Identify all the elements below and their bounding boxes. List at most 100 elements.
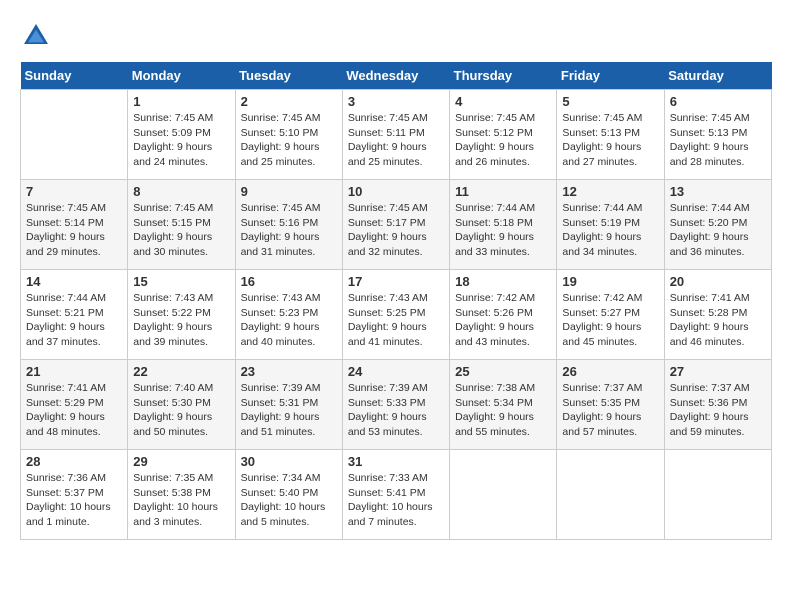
day-info: Sunrise: 7:45 AM Sunset: 5:10 PM Dayligh… <box>241 111 337 170</box>
day-info: Sunrise: 7:43 AM Sunset: 5:23 PM Dayligh… <box>241 291 337 350</box>
day-info: Sunrise: 7:44 AM Sunset: 5:19 PM Dayligh… <box>562 201 658 260</box>
day-info: Sunrise: 7:44 AM Sunset: 5:21 PM Dayligh… <box>26 291 122 350</box>
day-number: 21 <box>26 364 122 379</box>
day-info: Sunrise: 7:45 AM Sunset: 5:11 PM Dayligh… <box>348 111 444 170</box>
calendar-day: 6 Sunrise: 7:45 AM Sunset: 5:13 PM Daylig… <box>664 90 771 180</box>
day-info: Sunrise: 7:41 AM Sunset: 5:28 PM Dayligh… <box>670 291 766 350</box>
day-number: 23 <box>241 364 337 379</box>
calendar-day: 8 Sunrise: 7:45 AM Sunset: 5:15 PM Daylig… <box>128 180 235 270</box>
day-info: Sunrise: 7:43 AM Sunset: 5:25 PM Dayligh… <box>348 291 444 350</box>
day-info: Sunrise: 7:43 AM Sunset: 5:22 PM Dayligh… <box>133 291 229 350</box>
day-number: 14 <box>26 274 122 289</box>
header-row: SundayMondayTuesdayWednesdayThursdayFrid… <box>21 62 772 90</box>
day-number: 13 <box>670 184 766 199</box>
day-number: 20 <box>670 274 766 289</box>
calendar-day <box>450 450 557 540</box>
calendar-day: 30Sunrise: 7:34 AM Sunset: 5:40 PM Dayli… <box>235 450 342 540</box>
day-info: Sunrise: 7:45 AM Sunset: 5:17 PM Dayligh… <box>348 201 444 260</box>
header-day: Thursday <box>450 62 557 90</box>
day-number: 26 <box>562 364 658 379</box>
calendar-day: 13Sunrise: 7:44 AM Sunset: 5:20 PM Dayli… <box>664 180 771 270</box>
calendar-week: 21 Sunrise: 7:41 AM Sunset: 5:29 PM Dayli… <box>21 360 772 450</box>
header-day: Friday <box>557 62 664 90</box>
calendar-day: 5Sunrise: 7:45 AM Sunset: 5:13 PM Daylig… <box>557 90 664 180</box>
logo <box>20 20 54 52</box>
day-info: Sunrise: 7:44 AM Sunset: 5:18 PM Dayligh… <box>455 201 551 260</box>
calendar-day: 27 Sunrise: 7:37 AM Sunset: 5:36 PM Dayli… <box>664 360 771 450</box>
calendar-day: 28Sunrise: 7:36 AM Sunset: 5:37 PM Dayli… <box>21 450 128 540</box>
calendar-day: 19Sunrise: 7:42 AM Sunset: 5:27 PM Dayli… <box>557 270 664 360</box>
calendar-day: 7 Sunrise: 7:45 AM Sunset: 5:14 PM Daylig… <box>21 180 128 270</box>
day-info: Sunrise: 7:42 AM Sunset: 5:27 PM Dayligh… <box>562 291 658 350</box>
calendar-day: 10 Sunrise: 7:45 AM Sunset: 5:17 PM Dayli… <box>342 180 449 270</box>
header-day: Monday <box>128 62 235 90</box>
day-info: Sunrise: 7:42 AM Sunset: 5:26 PM Dayligh… <box>455 291 551 350</box>
calendar-day: 4 Sunrise: 7:45 AM Sunset: 5:12 PM Daylig… <box>450 90 557 180</box>
calendar-day: 12 Sunrise: 7:44 AM Sunset: 5:19 PM Dayli… <box>557 180 664 270</box>
calendar-body: 1 Sunrise: 7:45 AM Sunset: 5:09 PM Daylig… <box>21 90 772 540</box>
calendar-day: 25 Sunrise: 7:38 AM Sunset: 5:34 PM Dayli… <box>450 360 557 450</box>
day-number: 18 <box>455 274 551 289</box>
day-number: 3 <box>348 94 444 109</box>
header-day: Tuesday <box>235 62 342 90</box>
day-number: 22 <box>133 364 229 379</box>
day-info: Sunrise: 7:45 AM Sunset: 5:13 PM Dayligh… <box>670 111 766 170</box>
day-number: 8 <box>133 184 229 199</box>
calendar-day <box>557 450 664 540</box>
calendar-day: 14 Sunrise: 7:44 AM Sunset: 5:21 PM Dayli… <box>21 270 128 360</box>
day-number: 27 <box>670 364 766 379</box>
header-day: Sunday <box>21 62 128 90</box>
day-number: 29 <box>133 454 229 469</box>
day-number: 17 <box>348 274 444 289</box>
calendar-day: 9 Sunrise: 7:45 AM Sunset: 5:16 PM Daylig… <box>235 180 342 270</box>
day-info: Sunrise: 7:45 AM Sunset: 5:09 PM Dayligh… <box>133 111 229 170</box>
calendar-day: 21 Sunrise: 7:41 AM Sunset: 5:29 PM Dayli… <box>21 360 128 450</box>
day-info: Sunrise: 7:41 AM Sunset: 5:29 PM Dayligh… <box>26 381 122 440</box>
day-info: Sunrise: 7:37 AM Sunset: 5:36 PM Dayligh… <box>670 381 766 440</box>
day-number: 10 <box>348 184 444 199</box>
calendar-day: 24Sunrise: 7:39 AM Sunset: 5:33 PM Dayli… <box>342 360 449 450</box>
day-info: Sunrise: 7:45 AM Sunset: 5:16 PM Dayligh… <box>241 201 337 260</box>
calendar-day <box>664 450 771 540</box>
day-info: Sunrise: 7:45 AM Sunset: 5:14 PM Dayligh… <box>26 201 122 260</box>
day-info: Sunrise: 7:39 AM Sunset: 5:33 PM Dayligh… <box>348 381 444 440</box>
calendar-week: 28Sunrise: 7:36 AM Sunset: 5:37 PM Dayli… <box>21 450 772 540</box>
calendar-day: 15 Sunrise: 7:43 AM Sunset: 5:22 PM Dayli… <box>128 270 235 360</box>
calendar-week: 7 Sunrise: 7:45 AM Sunset: 5:14 PM Daylig… <box>21 180 772 270</box>
calendar-day: 3 Sunrise: 7:45 AM Sunset: 5:11 PM Daylig… <box>342 90 449 180</box>
header-day: Wednesday <box>342 62 449 90</box>
day-info: Sunrise: 7:38 AM Sunset: 5:34 PM Dayligh… <box>455 381 551 440</box>
calendar-header: SundayMondayTuesdayWednesdayThursdayFrid… <box>21 62 772 90</box>
page-header <box>20 20 772 52</box>
day-number: 2 <box>241 94 337 109</box>
day-number: 9 <box>241 184 337 199</box>
calendar-day: 17 Sunrise: 7:43 AM Sunset: 5:25 PM Dayli… <box>342 270 449 360</box>
calendar-day: 11 Sunrise: 7:44 AM Sunset: 5:18 PM Dayli… <box>450 180 557 270</box>
day-number: 28 <box>26 454 122 469</box>
day-number: 15 <box>133 274 229 289</box>
calendar-day: 2 Sunrise: 7:45 AM Sunset: 5:10 PM Daylig… <box>235 90 342 180</box>
day-number: 25 <box>455 364 551 379</box>
day-number: 31 <box>348 454 444 469</box>
day-info: Sunrise: 7:33 AM Sunset: 5:41 PM Dayligh… <box>348 471 444 530</box>
calendar-day: 1 Sunrise: 7:45 AM Sunset: 5:09 PM Daylig… <box>128 90 235 180</box>
day-number: 1 <box>133 94 229 109</box>
day-info: Sunrise: 7:39 AM Sunset: 5:31 PM Dayligh… <box>241 381 337 440</box>
calendar-day: 26 Sunrise: 7:37 AM Sunset: 5:35 PM Dayli… <box>557 360 664 450</box>
calendar-day: 20 Sunrise: 7:41 AM Sunset: 5:28 PM Dayli… <box>664 270 771 360</box>
calendar-day: 18 Sunrise: 7:42 AM Sunset: 5:26 PM Dayli… <box>450 270 557 360</box>
day-number: 11 <box>455 184 551 199</box>
calendar-day: 16Sunrise: 7:43 AM Sunset: 5:23 PM Dayli… <box>235 270 342 360</box>
calendar-day: 29Sunrise: 7:35 AM Sunset: 5:38 PM Dayli… <box>128 450 235 540</box>
calendar-day: 23 Sunrise: 7:39 AM Sunset: 5:31 PM Dayli… <box>235 360 342 450</box>
day-number: 7 <box>26 184 122 199</box>
day-info: Sunrise: 7:45 AM Sunset: 5:15 PM Dayligh… <box>133 201 229 260</box>
day-info: Sunrise: 7:45 AM Sunset: 5:12 PM Dayligh… <box>455 111 551 170</box>
calendar-day: 22Sunrise: 7:40 AM Sunset: 5:30 PM Dayli… <box>128 360 235 450</box>
day-info: Sunrise: 7:37 AM Sunset: 5:35 PM Dayligh… <box>562 381 658 440</box>
day-number: 4 <box>455 94 551 109</box>
day-number: 12 <box>562 184 658 199</box>
day-info: Sunrise: 7:34 AM Sunset: 5:40 PM Dayligh… <box>241 471 337 530</box>
day-number: 6 <box>670 94 766 109</box>
day-number: 5 <box>562 94 658 109</box>
